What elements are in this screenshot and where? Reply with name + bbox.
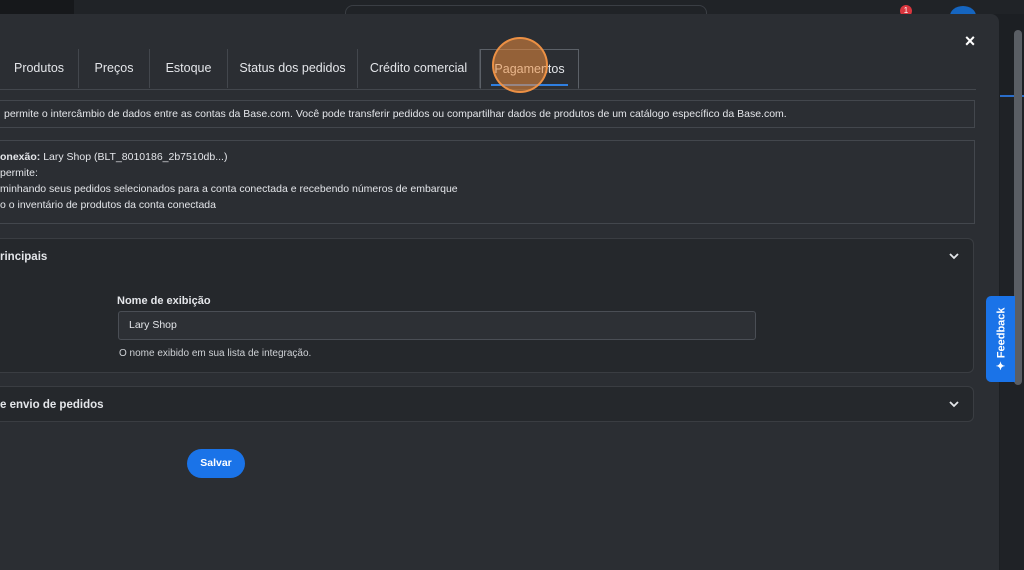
tab-estoque[interactable]: Estoque (150, 49, 228, 88)
tab-pagamentos-label: Pagamentos (494, 62, 565, 76)
tab-credito-comercial[interactable]: Crédito comercial (358, 49, 480, 88)
scrollbar[interactable] (1014, 30, 1022, 385)
permit-item: minhando seus pedidos selecionados para … (0, 183, 458, 195)
connection-box: onexão: Lary Shop (BLT_8010186_2b7510db.… (0, 140, 975, 224)
tab-bar: Produtos Preços Estoque Status dos pedid… (0, 49, 976, 90)
feedback-label: Feedback (995, 307, 1007, 359)
chevron-down-icon[interactable] (947, 249, 961, 263)
permit-item: o o inventário de produtos da conta cone… (0, 199, 216, 211)
active-tab-indicator (491, 84, 568, 86)
close-button[interactable]: × (960, 31, 980, 51)
tab-pagamentos[interactable]: Pagamentos (480, 49, 579, 89)
tab-produtos[interactable]: Produtos (0, 49, 79, 88)
feedback-button[interactable]: ✦ Feedback (986, 296, 1015, 382)
info-banner: permite o intercâmbio de dados entre as … (0, 100, 975, 128)
section-envio-de-pedidos[interactable]: e envio de pedidos (0, 386, 974, 422)
sparkle-icon: ✦ (995, 361, 1007, 371)
connection-value: Lary Shop (BLT_8010186_2b7510db...) (43, 151, 228, 163)
connection-label: onexão: (0, 151, 41, 163)
display-name-input[interactable]: Lary Shop (118, 311, 756, 340)
chevron-down-icon[interactable] (947, 397, 961, 411)
permits-label: permite: (0, 167, 38, 179)
tab-precos[interactable]: Preços (79, 49, 150, 88)
display-name-label: Nome de exibição (117, 295, 211, 307)
section-title: e envio de pedidos (0, 399, 104, 411)
save-button[interactable]: Salvar (187, 449, 245, 478)
display-name-help: O nome exibido em sua lista de integraçã… (119, 348, 312, 359)
tab-status-dos-pedidos[interactable]: Status dos pedidos (228, 49, 358, 88)
section-title: rincipais (0, 251, 48, 263)
connection-line: onexão: Lary Shop (BLT_8010186_2b7510db.… (0, 149, 974, 165)
